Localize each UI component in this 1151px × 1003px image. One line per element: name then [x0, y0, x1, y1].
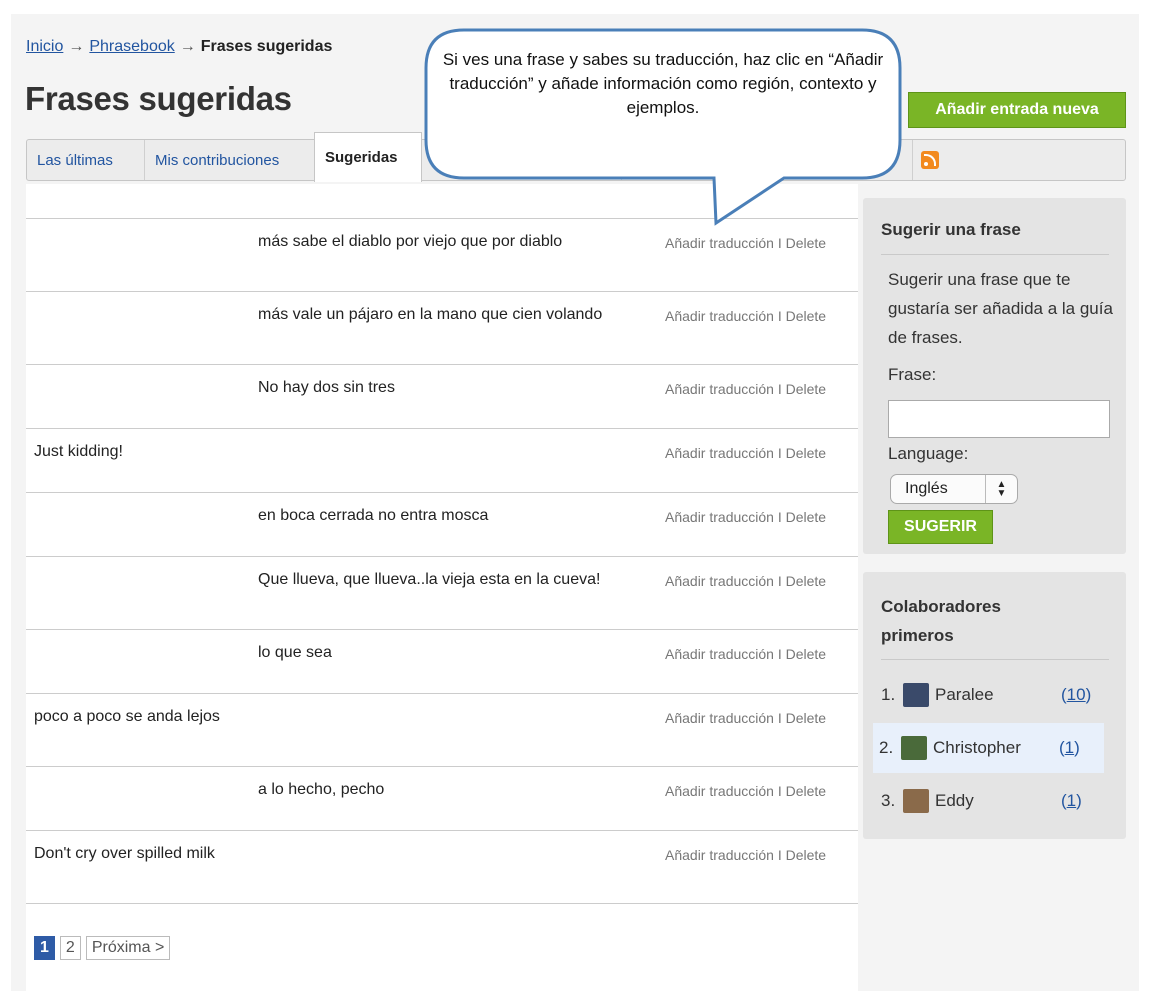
rss-feed-icon[interactable] [921, 151, 939, 169]
phrase-row: No hay dos sin tres Añadir traducción I D… [26, 365, 858, 429]
contributor-name: Eddy [935, 791, 974, 810]
row-actions[interactable]: Añadir traducción I Delete [665, 845, 845, 866]
phrase-label: Frase: [888, 365, 937, 384]
contributor-count[interactable]: (1) [1061, 791, 1082, 811]
suggest-description: Sugerir una frase que te gustaría ser añ… [888, 270, 1113, 347]
phrase-row: más vale un pájaro en la mano que cien v… [26, 292, 858, 365]
phrase-row: lo que sea Añadir traducción I Delete [26, 630, 858, 694]
phrase-row: Que llueva, que llueva..la vieja esta en… [26, 557, 858, 630]
rss-area [912, 140, 1126, 180]
suggest-phrase-box: Sugerir una frase Sugerir una frase que … [863, 198, 1126, 554]
phrase-target: No hay dos sin tres [258, 379, 395, 396]
top-contributors-box: Colaboradores primeros 1. Paralee (10) 2… [863, 572, 1126, 839]
row-actions[interactable]: Añadir traducción I Delete [665, 571, 845, 592]
phrase-source: Don't cry over spilled milk [34, 845, 215, 862]
breadcrumb-current: Frases sugeridas [200, 38, 333, 55]
contributor-name: Paralee [935, 685, 994, 704]
phrase-target: a lo hecho, pecho [258, 781, 385, 798]
row-actions[interactable]: Añadir traducción I Delete [665, 507, 845, 528]
contributor-rank: 1. [881, 685, 896, 704]
phrase-row: en boca cerrada no entra mosca Añadir tra… [26, 493, 858, 557]
contributor-rank: 2. [879, 738, 894, 757]
phrase-target: más sabe el diablo por viejo que por dia… [258, 233, 563, 250]
tab-latest[interactable]: Las últimas [27, 140, 145, 180]
breadcrumb-phrasebook-link[interactable]: Phrasebook [89, 38, 174, 55]
row-actions[interactable]: Añadir traducción I Delete [665, 306, 845, 327]
page-title: Frases sugeridas [25, 80, 292, 117]
contributors-title: Colaboradores primeros [881, 597, 1001, 645]
tip-callout: Si ves una frase y sabes su traducción, … [424, 28, 902, 226]
phrase-list: más sabe el diablo por viejo que por dia… [26, 218, 858, 904]
avatar [903, 683, 929, 707]
contributor-count-link[interactable]: 1 [1067, 791, 1076, 810]
phrase-target: Que llueva, que llueva..la vieja esta en… [258, 571, 601, 588]
phrase-row: Just kidding! Añadir traducción I Delete [26, 429, 858, 493]
phrase-list-panel: más sabe el diablo por viejo que por dia… [26, 184, 858, 992]
phrase-input[interactable] [888, 400, 1110, 438]
page-1-current: 1 [34, 936, 55, 960]
callout-text: Si ves una frase y sabes su traducción, … [442, 50, 884, 117]
divider [881, 254, 1109, 255]
contributor-name: Christopher [933, 738, 1021, 757]
add-entry-button[interactable]: Añadir entrada nueva [908, 92, 1126, 128]
tab-suggested[interactable]: Sugeridas [314, 132, 422, 182]
phrase-target: más vale un pájaro en la mano que cien v… [258, 306, 603, 323]
row-actions[interactable]: Añadir traducción I Delete [665, 708, 845, 729]
row-actions[interactable]: Añadir traducción I Delete [665, 781, 845, 802]
pagination: 1 2 Próxima > [34, 936, 171, 960]
row-actions[interactable]: Añadir traducción I Delete [665, 233, 845, 254]
suggest-button[interactable]: SUGERIR [888, 510, 993, 544]
avatar [903, 789, 929, 813]
avatar [901, 736, 927, 760]
phrase-source: poco a poco se anda lejos [34, 708, 220, 725]
phrase-row: poco a poco se anda lejos Añadir traducci… [26, 694, 858, 767]
next-page-link[interactable]: Próxima > [85, 936, 171, 960]
contributor-count-link[interactable]: 1 [1065, 738, 1074, 757]
language-label: Language: [888, 444, 969, 463]
phrase-row: más sabe el diablo por viejo que por dia… [26, 219, 858, 292]
breadcrumb-separator: → [68, 38, 85, 55]
contributor-row[interactable]: 3. Eddy (1) [875, 776, 1105, 826]
breadcrumb-separator: → [179, 38, 196, 55]
divider [881, 659, 1109, 660]
contributor-row[interactable]: 2. Christopher (1) [873, 723, 1104, 773]
row-actions[interactable]: Añadir traducción I Delete [665, 644, 845, 665]
phrase-target: en boca cerrada no entra mosca [258, 507, 489, 524]
row-actions[interactable]: Añadir traducción I Delete [665, 443, 845, 464]
contributor-count-link[interactable]: 10 [1067, 685, 1086, 704]
language-select[interactable]: Inglés ▲ ▼ [890, 474, 1018, 504]
phrase-source: Just kidding! [34, 443, 123, 460]
phrase-row: Don't cry over spilled milk Añadir traduc… [26, 831, 858, 904]
page-2-link[interactable]: 2 [59, 936, 81, 960]
breadcrumb-home-link[interactable]: Inicio [26, 38, 63, 55]
contributor-count[interactable]: (1) [1059, 738, 1080, 758]
contributor-count[interactable]: (10) [1061, 685, 1091, 705]
row-actions[interactable]: Añadir traducción I Delete [665, 379, 845, 400]
breadcrumb: Inicio → Phrasebook → Frases sugeridas [26, 38, 332, 56]
tab-my-contributions[interactable]: Mis contribuciones [145, 140, 315, 180]
contributor-row[interactable]: 1. Paralee (10) [875, 670, 1105, 720]
phrase-row: a lo hecho, pecho Añadir traducción I Del… [26, 767, 858, 831]
contributor-rank: 3. [881, 791, 896, 810]
select-arrows-icon: ▲ ▼ [985, 475, 1017, 503]
phrase-target: lo que sea [258, 644, 332, 661]
language-value: Inglés [905, 480, 948, 497]
